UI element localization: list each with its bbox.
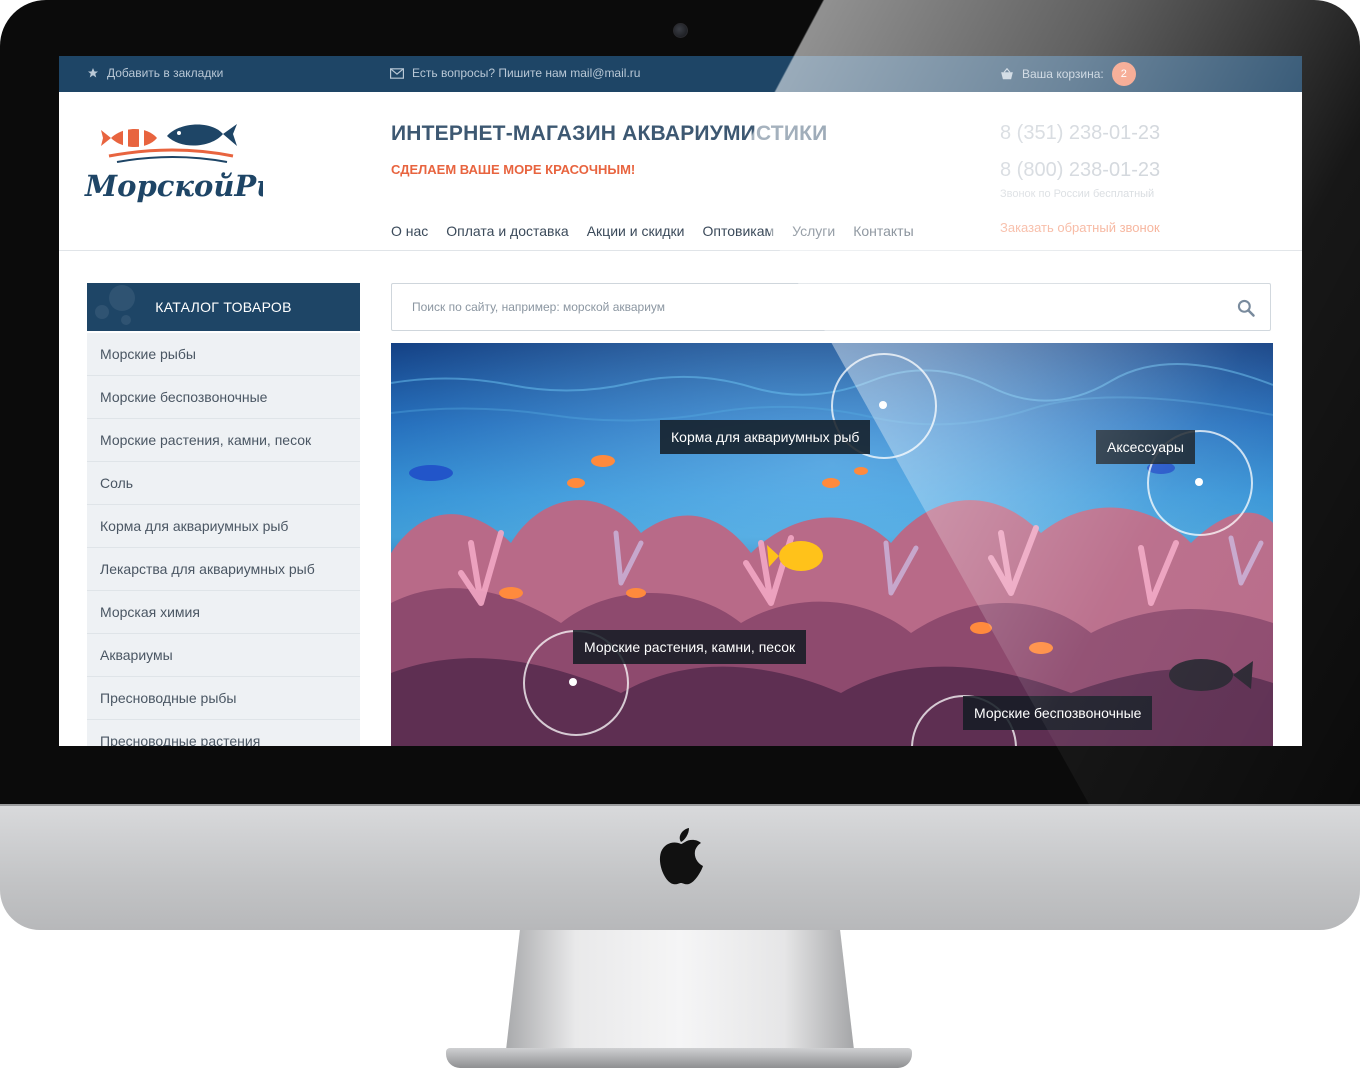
decor-bubble [95,305,109,319]
hotspot-fish-food[interactable]: Корма для аквариумных рыб [660,420,871,454]
catalog-title: КАТАЛОГ ТОВАРОВ [155,299,292,315]
catalog-item[interactable]: Аквариумы [87,634,360,677]
cart-label: Ваша корзина: [1022,67,1104,81]
catalog-list: Морские рыбы Морские беспозвоночные Морс… [87,333,360,746]
catalog-item[interactable]: Пресноводные рыбы [87,677,360,720]
apple-logo-icon [659,828,703,885]
catalog-item[interactable]: Морские беспозвоночные [87,376,360,419]
site-header: МорскойРиф ИНТЕРНЕТ-МАГАЗИН АКВАРИУМИСТИ… [59,92,1302,251]
hero-banner: Корма для аквариумных рыб Аксессуары Мор… [391,343,1273,746]
questions-link[interactable]: Есть вопросы? Пишите нам mail@mail.ru [390,66,640,80]
catalog-item[interactable]: Морские рыбы [87,333,360,376]
basket-icon [1001,68,1013,80]
blue-fish-icon [167,124,237,146]
svg-text:МорскойРиф: МорскойРиф [84,169,263,203]
catalog-item[interactable]: Морские растения, камни, песок [87,419,360,462]
questions-label: Есть вопросы? Пишите нам mail@mail.ru [412,66,641,80]
phone-local[interactable]: 8 (351) 238-01-23 [1000,122,1160,145]
site-slogan: СДЕЛАЕМ ВАШЕ МОРЕ КРАСОЧНЫМ! [391,162,636,177]
hotspot-marker[interactable] [879,401,887,409]
nav-payment-delivery[interactable]: Оплата и доставка [446,223,568,239]
clownfish-icon [101,127,157,149]
hotspot-marker[interactable] [1195,478,1203,486]
camera-icon [673,23,688,38]
monitor-stand-base [446,1048,912,1068]
nav-contacts[interactable]: Контакты [853,223,913,239]
bookmark-label: Добавить в закладки [107,66,224,80]
monitor-divider [0,804,1360,806]
nav-services[interactable]: Услуги [792,223,835,239]
main-nav: О нас Оплата и доставка Акции и скидки О… [391,223,914,239]
site-logo[interactable]: МорскойРиф [83,120,263,216]
top-bar: Добавить в закладки Есть вопросы? Пишите… [59,56,1302,92]
browser-screen: Добавить в закладки Есть вопросы? Пишите… [59,56,1302,746]
nav-wholesale[interactable]: Оптовикам [703,223,775,239]
cart-count-badge: 2 [1111,62,1136,86]
hotspot-invertebrates[interactable]: Морские беспозвоночные [963,696,1153,730]
callback-link[interactable]: Заказать обратный звонок [1000,220,1160,235]
catalog-header[interactable]: КАТАЛОГ ТОВАРОВ [87,283,360,331]
search-icon[interactable] [1236,298,1256,318]
phone-free[interactable]: 8 (800) 238-01-23 [1000,159,1160,182]
catalog-item[interactable]: Корма для аквариумных рыб [87,505,360,548]
phone-note: Звонок по России бесплатный [1000,188,1155,200]
decor-bubble [121,315,131,325]
hotspot-marker[interactable] [569,678,577,686]
nav-about[interactable]: О нас [391,223,428,239]
search-input[interactable] [392,299,1234,315]
catalog-item[interactable]: Лекарства для аквариумных рыб [87,548,360,591]
mail-icon [390,67,404,79]
cart-link[interactable]: Ваша корзина: 2 [1000,62,1136,86]
hotspot-plants-stones[interactable]: Морские растения, камни, песок [573,630,807,664]
catalog-item[interactable]: Морская химия [87,591,360,634]
decor-bubble [109,285,135,311]
site-title: ИНТЕРНЕТ-МАГАЗИН АКВАРИУМИСТИКИ [391,122,828,145]
hotspot-accessories[interactable]: Аксессуары [1096,430,1195,464]
catalog-item[interactable]: Соль [87,462,360,505]
monitor-stand [506,930,854,1050]
catalog-item[interactable]: Пресноводные растения [87,720,360,746]
search-box [391,283,1271,331]
nav-promotions[interactable]: Акции и скидки [587,223,685,239]
bookmark-link[interactable]: Добавить в закладки [87,66,223,80]
star-icon [88,68,98,78]
